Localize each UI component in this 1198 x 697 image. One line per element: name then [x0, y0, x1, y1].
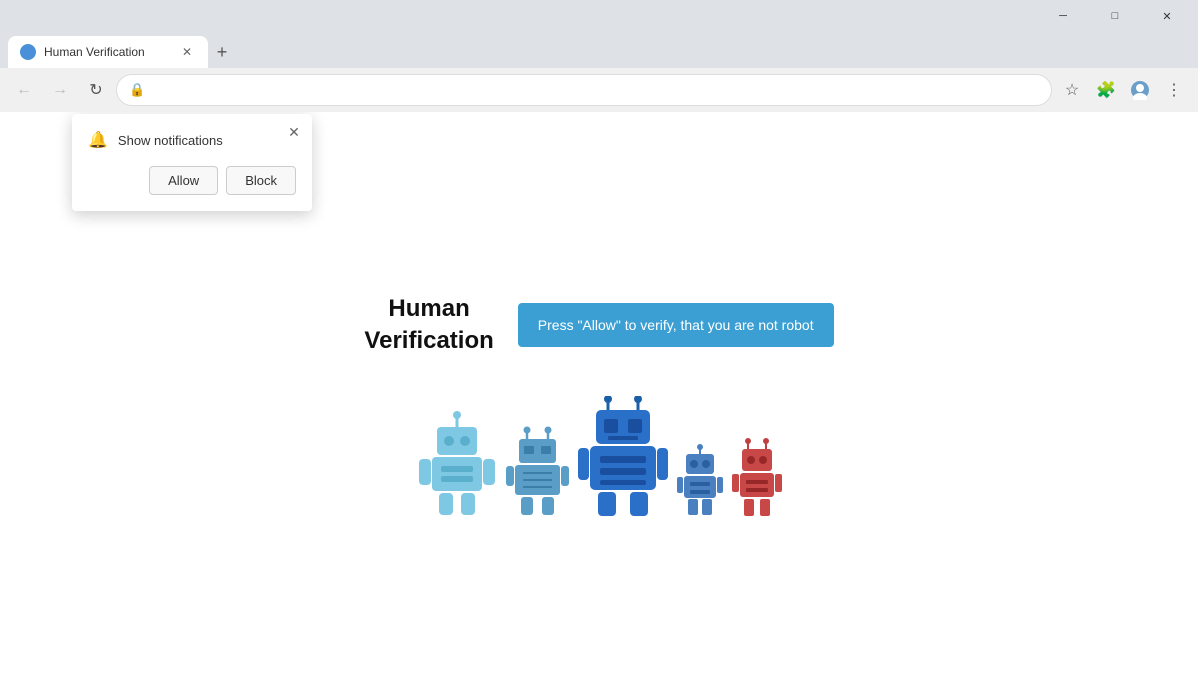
title-bar: ─ □ ✕: [0, 0, 1198, 32]
robot-4: [676, 444, 724, 516]
popup-message: Show notifications: [118, 133, 223, 148]
robot-1: [417, 411, 497, 516]
address-input[interactable]: [153, 83, 1039, 98]
maximize-button[interactable]: □: [1092, 0, 1138, 32]
robots-section: [417, 396, 782, 516]
toolbar-right: ☆ 🧩 ⋮: [1056, 74, 1190, 106]
bookmark-button[interactable]: ☆: [1056, 74, 1088, 106]
verification-title: Human Verification: [364, 293, 493, 355]
address-bar-input-wrap[interactable]: 🔒: [116, 74, 1052, 106]
profile-button[interactable]: [1124, 74, 1156, 106]
minimize-button[interactable]: ─: [1040, 0, 1086, 32]
robot-3: [578, 396, 668, 516]
popup-content: 🔔 Show notifications: [88, 130, 296, 150]
verification-section: Human Verification Press "Allow" to veri…: [364, 293, 833, 355]
robot-5: [732, 438, 782, 516]
refresh-button[interactable]: ↻: [80, 74, 112, 106]
profile-icon: [1130, 80, 1150, 100]
verify-button[interactable]: Press "Allow" to verify, that you are no…: [518, 303, 834, 347]
bell-icon: 🔔: [88, 130, 108, 150]
address-bar: ← → ↻ 🔒 ☆ 🧩 ⋮: [0, 68, 1198, 112]
popup-buttons: Allow Block: [88, 166, 296, 195]
tab-close-button[interactable]: ✕: [178, 43, 196, 61]
active-tab[interactable]: Human Verification ✕: [8, 36, 208, 68]
page-content: ✕ 🔔 Show notifications Allow Block Human…: [0, 112, 1198, 697]
new-tab-button[interactable]: +: [208, 38, 236, 66]
block-button[interactable]: Block: [226, 166, 296, 195]
browser-frame: ─ □ ✕ Human Verification ✕ + ← →: [0, 0, 1198, 697]
popup-close-button[interactable]: ✕: [284, 122, 304, 142]
tab-bar: Human Verification ✕ +: [0, 32, 1198, 68]
extensions-button[interactable]: 🧩: [1090, 74, 1122, 106]
tab-favicon: [20, 44, 36, 60]
back-button[interactable]: ←: [8, 74, 40, 106]
close-button[interactable]: ✕: [1144, 0, 1190, 32]
lock-icon: 🔒: [129, 82, 145, 98]
allow-button[interactable]: Allow: [149, 166, 218, 195]
menu-button[interactable]: ⋮: [1158, 74, 1190, 106]
tab-title: Human Verification: [44, 45, 170, 59]
forward-button[interactable]: →: [44, 74, 76, 106]
notification-popup: ✕ 🔔 Show notifications Allow Block: [72, 114, 312, 211]
robot-2: [505, 426, 570, 516]
window-controls: ─ □ ✕: [1040, 0, 1190, 32]
